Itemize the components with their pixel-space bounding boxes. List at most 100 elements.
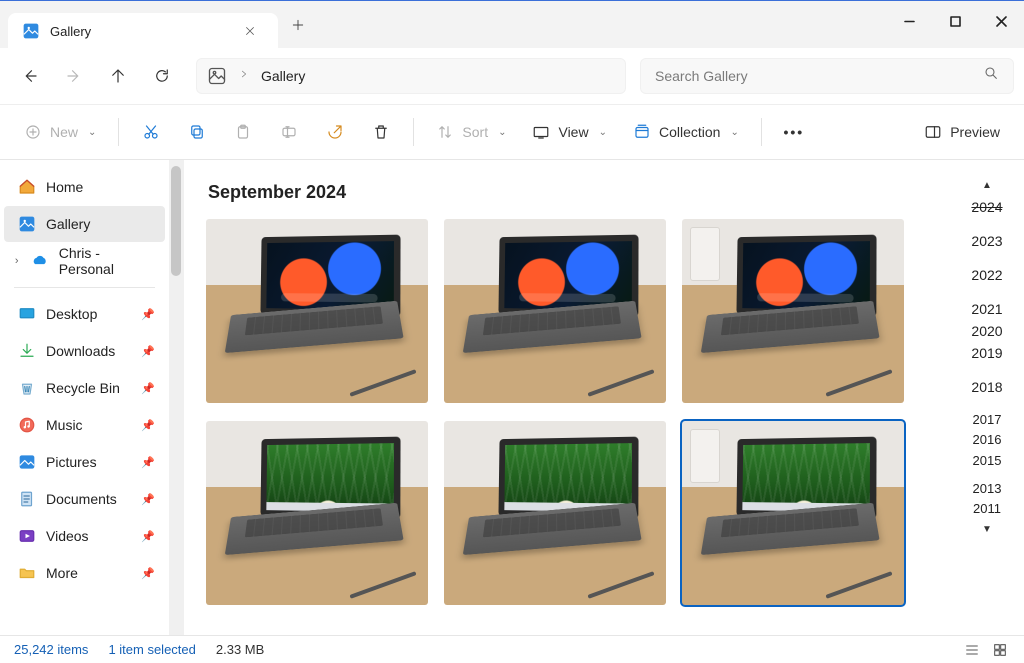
view-menu[interactable]: View ⌄ [522,114,616,150]
pin-icon[interactable]: 📌 [141,456,155,469]
breadcrumb-location[interactable]: Gallery [261,68,305,84]
timeline-year[interactable]: 2018 [971,377,1002,397]
timeline-scroll-up[interactable]: ▲ [982,180,992,191]
timeline-year[interactable]: 2022 [971,265,1002,285]
address-bar[interactable]: Gallery [196,58,626,94]
sidebar-item-downloads[interactable]: Downloads 📌 [4,333,165,369]
up-button[interactable] [98,56,138,96]
status-size: 2.33 MB [216,642,264,657]
refresh-button[interactable] [142,56,182,96]
sort-menu[interactable]: Sort ⌄ [426,114,516,150]
timeline-year[interactable]: 2021 [971,299,1002,319]
forward-button[interactable] [54,56,94,96]
minimize-button[interactable] [886,1,932,41]
maximize-button[interactable] [932,1,978,41]
sidebar-item-documents[interactable]: Documents 📌 [4,481,165,517]
location-type-icon [207,66,227,86]
status-item-count: 25,242 items [14,642,88,657]
gallery-view: September 2024 [184,160,950,635]
timeline-year[interactable]: 2017 [973,411,1002,429]
sidebar-item-gallery[interactable]: Gallery [4,206,165,242]
new-menu[interactable]: New ⌄ [14,114,106,150]
pin-icon[interactable]: 📌 [141,419,155,432]
expand-chevron-icon[interactable]: › [10,255,23,267]
timeline-year[interactable]: 2015 [973,452,1002,470]
share-button[interactable] [315,114,355,150]
title-bar: Gallery [0,0,1024,48]
sidebar-item-more[interactable]: More 📌 [4,555,165,591]
photo-thumbnail-selected[interactable] [682,421,904,605]
delete-button[interactable] [361,114,401,150]
content-area: September 2024 [184,160,1024,635]
photo-thumbnail[interactable] [444,219,666,403]
photo-thumbnail[interactable] [444,421,666,605]
timeline-year[interactable]: 2019 [971,343,1002,363]
thumbnails-view-button[interactable] [990,641,1010,659]
divider [118,118,119,146]
back-button[interactable] [10,56,50,96]
music-icon [18,416,36,434]
timeline-year[interactable]: 2023 [971,231,1002,251]
body: Home Gallery › Chris - Personal Desktop … [0,160,1024,635]
command-bar: New ⌄ Sort ⌄ View ⌄ Collection ⌄ ••• Pre… [0,104,1024,160]
timeline-year[interactable]: 2011 [973,500,1001,518]
pin-icon[interactable]: 📌 [141,493,155,506]
timeline-year[interactable]: 2013 [973,480,1002,498]
collection-menu[interactable]: Collection ⌄ [623,114,749,150]
timeline-year-current[interactable]: 2024 [971,197,1002,217]
close-window-button[interactable] [978,1,1024,41]
sidebar-item-music[interactable]: Music 📌 [4,407,165,443]
search-input[interactable] [655,68,983,84]
new-tab-button[interactable] [278,1,318,49]
view-label: View [558,124,588,140]
collection-label: Collection [659,124,720,140]
pin-icon[interactable]: 📌 [141,530,155,543]
pin-icon[interactable]: 📌 [141,308,155,321]
navigation-pane: Home Gallery › Chris - Personal Desktop … [0,160,184,635]
sidebar-item-label: Desktop [46,306,97,322]
sidebar-item-home[interactable]: Home [4,169,165,205]
sidebar-item-videos[interactable]: Videos 📌 [4,518,165,554]
photo-thumbnail[interactable] [206,219,428,403]
scrollbar-thumb[interactable] [171,166,181,276]
sidebar: Home Gallery › Chris - Personal Desktop … [0,160,169,635]
sidebar-item-pictures[interactable]: Pictures 📌 [4,444,165,480]
onedrive-icon [31,252,48,270]
search-box[interactable] [640,58,1014,94]
cut-button[interactable] [131,114,171,150]
tab-strip: Gallery [0,1,318,49]
timeline-year[interactable]: 2020 [971,321,1002,341]
sidebar-item-recycle-bin[interactable]: Recycle Bin 📌 [4,370,165,406]
tab-gallery[interactable]: Gallery [8,13,278,49]
pin-icon[interactable]: 📌 [141,567,155,580]
timeline-scroll-down[interactable]: ▼ [982,524,992,535]
preview-pane-toggle[interactable]: Preview [914,114,1010,150]
tab-close-button[interactable] [236,17,264,45]
more-button[interactable]: ••• [774,114,814,150]
details-view-button[interactable] [962,641,982,659]
copy-button[interactable] [177,114,217,150]
breadcrumb-chevron-icon[interactable] [239,69,249,82]
sidebar-item-onedrive[interactable]: › Chris - Personal [4,243,165,279]
sidebar-item-label: Documents [46,491,117,507]
recycle-bin-icon [18,379,36,397]
pictures-icon [18,453,36,471]
sidebar-scrollbar[interactable] [169,160,183,635]
chevron-down-icon: ⌄ [88,127,96,138]
chevron-down-icon: ⌄ [498,127,506,138]
photo-thumbnail[interactable] [206,421,428,605]
sidebar-item-label: Chris - Personal [59,245,155,277]
pin-icon[interactable]: 📌 [141,345,155,358]
sidebar-item-desktop[interactable]: Desktop 📌 [4,296,165,332]
rename-button[interactable] [269,114,309,150]
search-icon [983,65,999,86]
chevron-down-icon: ⌄ [599,127,607,138]
videos-icon [18,527,36,545]
paste-button[interactable] [223,114,263,150]
divider [761,118,762,146]
sidebar-item-label: Recycle Bin [46,380,120,396]
photo-thumbnail[interactable] [682,219,904,403]
sort-label: Sort [462,124,488,140]
timeline-year[interactable]: 2016 [973,431,1002,449]
pin-icon[interactable]: 📌 [141,382,155,395]
